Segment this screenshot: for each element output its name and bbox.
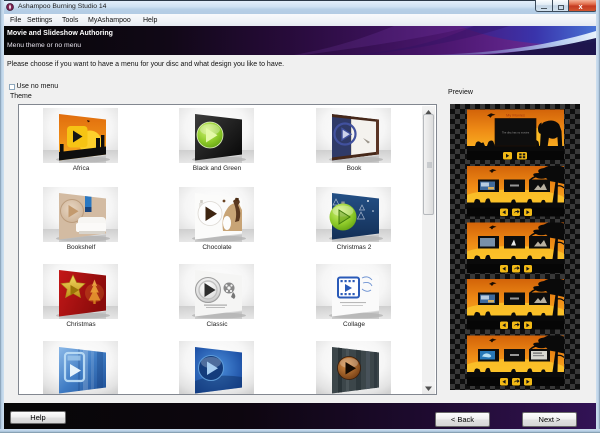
svg-text:The disc has no movies: The disc has no movies [502,131,530,135]
svg-text:My Movies: My Movies [506,112,525,117]
